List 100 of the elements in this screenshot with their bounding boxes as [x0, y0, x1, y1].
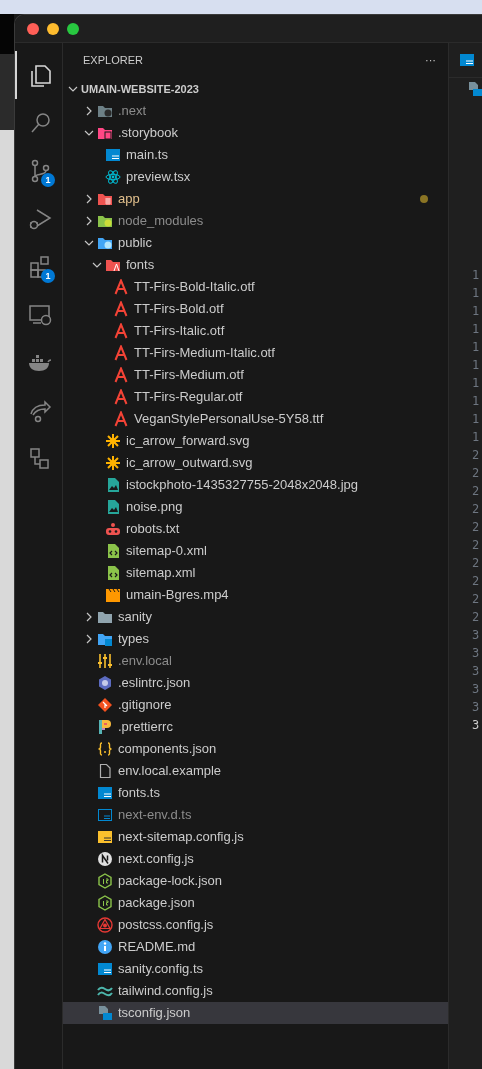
tree-item[interactable]: sitemap-0.xml — [63, 540, 448, 562]
close-button[interactable] — [27, 22, 39, 35]
line-number: 2 — [471, 501, 481, 518]
tree-item[interactable]: noise.png — [63, 496, 448, 518]
zoom-button[interactable] — [67, 22, 79, 35]
tree-item[interactable]: istockphoto-1435327755-2048x2048.jpg — [63, 474, 448, 496]
tree-item[interactable]: tsconfig.json — [63, 1002, 448, 1024]
tree-item[interactable]: postcss.config.js — [63, 914, 448, 936]
tree-item[interactable]: fonts.ts — [63, 782, 448, 804]
explorer-title: EXPLORER — [83, 53, 143, 69]
line-number: 2 — [471, 555, 481, 572]
tree-item[interactable]: TT-Firs-Regular.otf — [63, 386, 448, 408]
tree-item[interactable]: TT-Firs-Bold.otf — [63, 298, 448, 320]
typescript-icon — [459, 52, 475, 68]
asterisk-icon — [105, 455, 121, 471]
config-file-icon — [97, 1005, 113, 1021]
tree-item[interactable]: package.json — [63, 892, 448, 914]
line-number: 2 — [471, 519, 481, 536]
line-number: 1 — [471, 375, 481, 392]
hexagon-icon — [97, 895, 113, 911]
tree-item[interactable]: .gitignore — [63, 694, 448, 716]
typescript-icon — [97, 785, 113, 801]
tree-item[interactable]: fonts — [63, 254, 448, 276]
tree-item[interactable]: node_modules — [63, 210, 448, 232]
robot-icon — [105, 521, 121, 537]
minimize-button[interactable] — [47, 22, 59, 35]
monitor-icon — [27, 302, 53, 328]
folder-icon — [97, 103, 113, 119]
hexagon-icon — [97, 873, 113, 889]
tree-item[interactable]: umain-Bgres.mp4 — [63, 584, 448, 606]
tree-item[interactable]: .next — [63, 100, 448, 122]
tree-item[interactable]: sitemap.xml — [63, 562, 448, 584]
tree-item[interactable]: .storybook — [63, 122, 448, 144]
tree-item[interactable]: preview.tsx — [63, 166, 448, 188]
notification-badge: 1 — [41, 173, 55, 187]
line-number: 1 — [471, 357, 481, 374]
tree-item[interactable]: sanity.config.ts — [63, 958, 448, 980]
line-number: 2 — [471, 591, 481, 608]
prettier-icon — [97, 719, 113, 735]
folder-icon — [97, 213, 113, 229]
line-number: 3 — [471, 627, 481, 644]
folder-icon — [97, 631, 113, 647]
folder-icon — [97, 609, 113, 625]
line-number: 2 — [471, 609, 481, 626]
line-number: 1 — [471, 303, 481, 320]
tree-item[interactable]: env.local.example — [63, 760, 448, 782]
code-file-icon — [105, 543, 121, 559]
font-icon — [113, 411, 129, 427]
react-icon — [105, 169, 121, 185]
folder-name[interactable]: UMAIN-WEBSITE-2023 — [81, 78, 199, 100]
clapperboard-icon — [105, 587, 121, 603]
postcss-icon — [97, 917, 113, 933]
tree-item[interactable]: .env.local — [63, 650, 448, 672]
line-number: 1 — [471, 285, 481, 302]
font-icon — [113, 389, 129, 405]
n-logo-icon — [97, 851, 113, 867]
tree-item[interactable]: ic_arrow_outward.svg — [63, 452, 448, 474]
tree-item[interactable]: TT-Firs-Medium-Italic.otf — [63, 342, 448, 364]
line-number: 1 — [471, 411, 481, 428]
tree-item[interactable]: next-sitemap.config.js — [63, 826, 448, 848]
run-debug-icon — [27, 206, 53, 232]
tree-item[interactable]: .eslintrc.json — [63, 672, 448, 694]
typescript-icon — [97, 807, 113, 823]
line-number: 3 — [471, 645, 481, 662]
image-file-icon — [105, 477, 121, 493]
tree-item[interactable]: components.json — [63, 738, 448, 760]
tree-item[interactable]: public — [63, 232, 448, 254]
font-icon — [113, 301, 129, 317]
folder-icon — [97, 235, 113, 251]
tree-item[interactable]: main.ts — [63, 144, 448, 166]
more-button[interactable]: ··· — [425, 52, 436, 69]
tree-item[interactable]: README.md — [63, 936, 448, 958]
line-number: 3 — [471, 717, 481, 734]
tree-item[interactable]: next-env.d.ts — [63, 804, 448, 826]
live-share-icon — [27, 398, 53, 424]
tree-item[interactable]: tailwind.config.js — [63, 980, 448, 1002]
activity-bar-item[interactable]: 1 — [15, 243, 63, 291]
line-number: 1 — [471, 429, 481, 446]
tree-item[interactable]: TT-Firs-Italic.otf — [63, 320, 448, 342]
tree-item[interactable]: ic_arrow_forward.svg — [63, 430, 448, 452]
tree-item[interactable]: app — [63, 188, 448, 210]
tree-item[interactable]: sanity — [63, 606, 448, 628]
line-number: 1 — [471, 393, 481, 410]
info-icon — [97, 939, 113, 955]
typescript-icon — [105, 147, 121, 163]
code-file-icon — [105, 565, 121, 581]
activity-bar-item[interactable]: 1 — [15, 147, 63, 195]
font-icon — [113, 279, 129, 295]
braces-icon — [97, 741, 113, 757]
tree-item[interactable]: next.config.js — [63, 848, 448, 870]
tree-item[interactable]: types — [63, 628, 448, 650]
asterisk-icon — [105, 433, 121, 449]
tree-item[interactable]: VeganStylePersonalUse-5Y58.ttf — [63, 408, 448, 430]
tree-item[interactable]: TT-Firs-Medium.otf — [63, 364, 448, 386]
sliders-icon — [97, 653, 113, 669]
tree-item[interactable]: .prettierrc — [63, 716, 448, 738]
tree-item[interactable]: TT-Firs-Bold-Italic.otf — [63, 276, 448, 298]
file-icon — [97, 763, 113, 779]
tree-item[interactable]: robots.txt — [63, 518, 448, 540]
tree-item[interactable]: package-lock.json — [63, 870, 448, 892]
